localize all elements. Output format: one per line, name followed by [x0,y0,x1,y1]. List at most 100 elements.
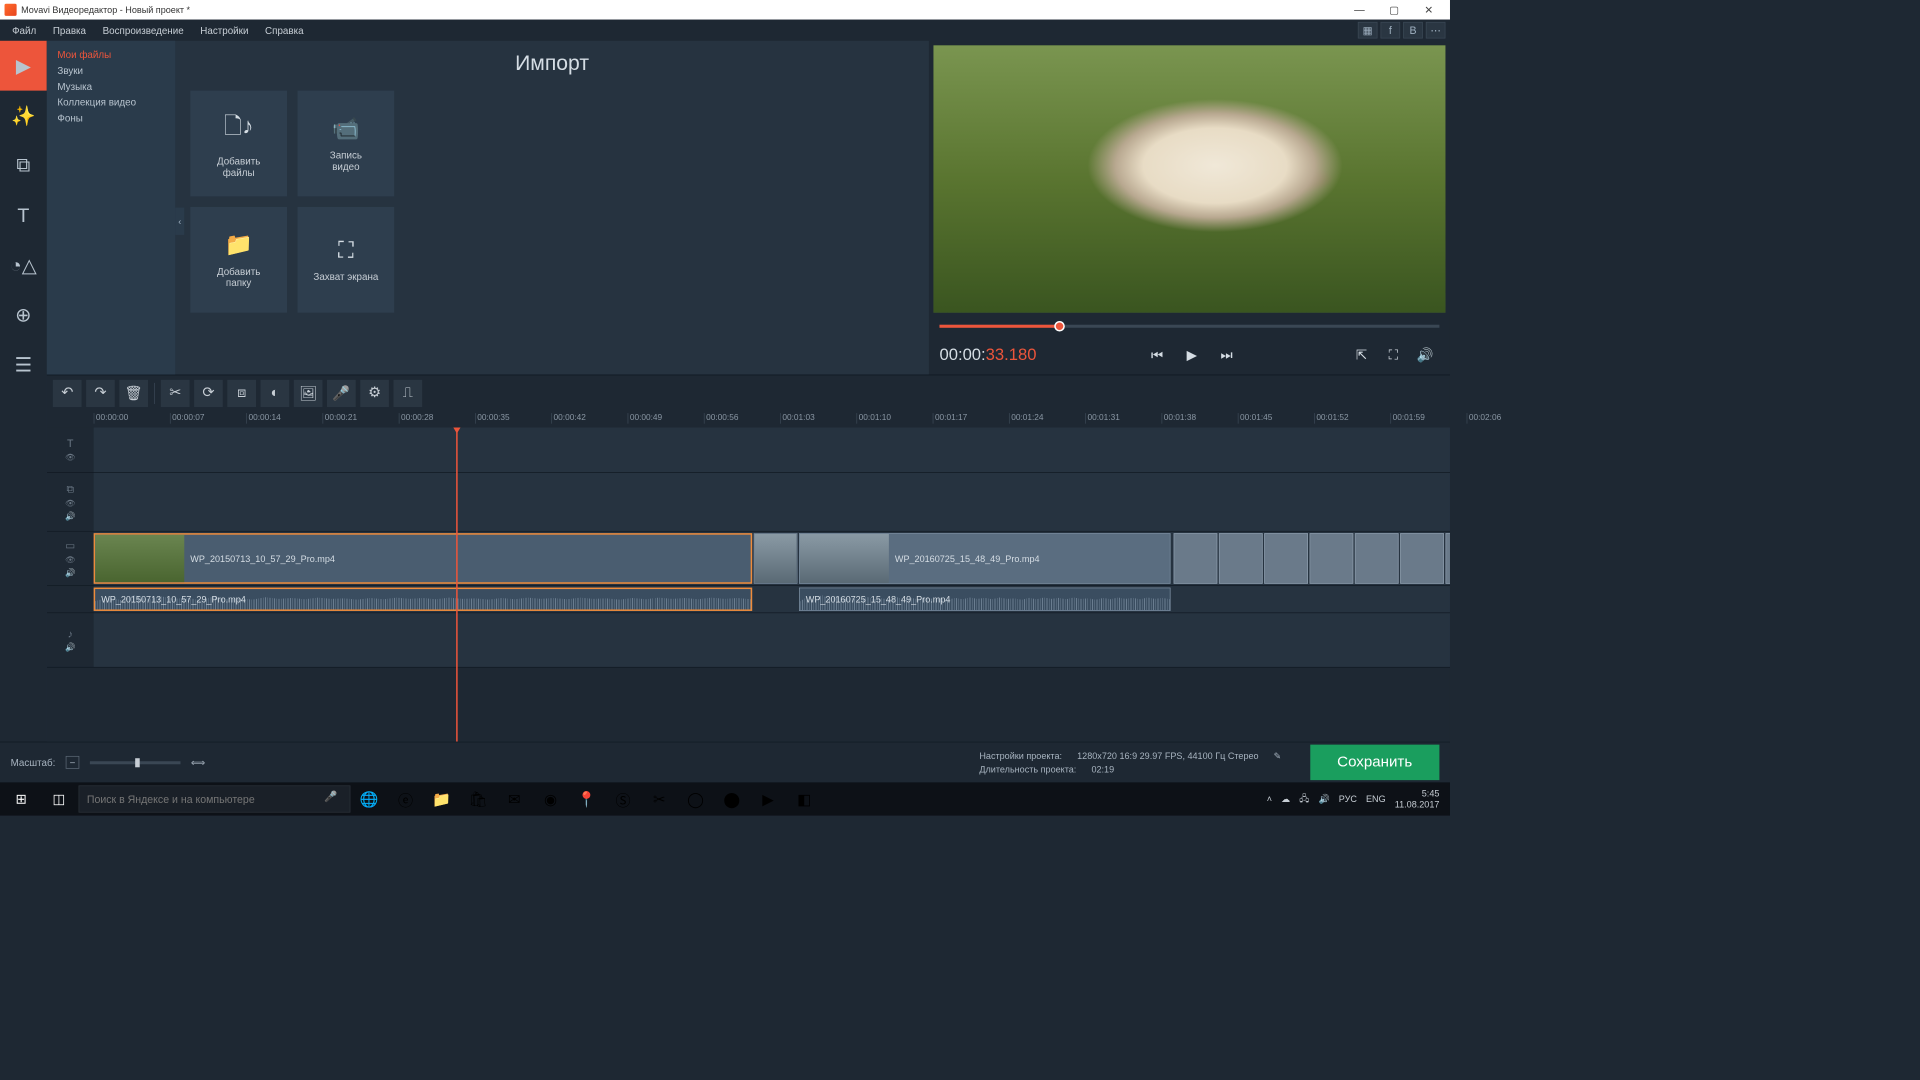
redo-button[interactable]: ↷ [86,379,115,406]
fit-timeline-button[interactable]: ⟺ [191,756,205,768]
tray-network-icon[interactable]: 🖧 [1299,791,1309,807]
zoom-slider[interactable] [90,761,181,764]
sidebar-item-myfiles[interactable]: Мои файлы [47,47,175,63]
menu-settings[interactable]: Настройки [193,22,256,39]
zoom-out-button[interactable]: − [66,756,79,769]
track-body[interactable]: WP_20150713_10_57_29_Pro.mp4 WP_20160725… [94,532,1450,586]
eye-icon[interactable]: 👁 [65,498,76,508]
tool-zoom[interactable]: ⊕ [0,290,47,340]
tray-lang1[interactable]: РУС [1339,794,1357,805]
tool-stickers[interactable]: ◔△ [0,240,47,290]
track-body[interactable] [94,473,1450,531]
speaker-icon[interactable]: 🔊 [65,511,75,521]
track-body[interactable]: WP_20150713_10_57_29_Pro.mp4 WP_20160725… [94,586,1450,612]
eye-icon[interactable]: 👁 [65,452,76,462]
maximize-button[interactable]: ▢ [1377,2,1410,19]
audio-clip-2[interactable]: WP_20160725_15_48_49_Pro.mp4 [799,588,1171,611]
timeline-ruler[interactable]: 00:00:0000:00:0700:00:1400:00:2100:00:28… [47,411,1450,428]
sidebar-collapse-button[interactable]: ‹ [175,208,184,235]
rotate-button[interactable]: ⟳ [194,379,223,406]
tray-lang2[interactable]: ENG [1366,794,1386,805]
tile-add-folder[interactable]: 📁 Добавить папку [190,207,287,313]
taskbar-app-utorrent[interactable]: ◯ [678,784,713,814]
search-input[interactable] [87,793,318,805]
taskview-button[interactable]: ◫ [41,784,77,814]
sidebar-item-backgrounds[interactable]: Фоны [47,110,175,126]
sidebar-item-videos[interactable]: Коллекция видео [47,94,175,110]
tool-filters[interactable]: ✨ [0,91,47,141]
volume-button[interactable]: 🔊 [1411,343,1440,367]
tray-onedrive-icon[interactable]: ☁ [1281,794,1290,805]
undo-button[interactable]: ↶ [53,379,82,406]
speaker-icon[interactable]: 🔊 [65,643,75,653]
video-clip-2[interactable]: WP_20160725_15_48_49_Pro.mp4 [799,533,1171,584]
clip-thumbnail-small[interactable] [1264,533,1308,584]
share-vk-icon[interactable]: B [1403,22,1423,39]
share-youtube-icon[interactable]: ▦ [1358,22,1378,39]
tool-transitions[interactable]: ⧉ [0,140,47,190]
taskbar-app-other[interactable]: ◧ [787,784,822,814]
tray-volume-icon[interactable]: 🔊 [1318,794,1329,805]
taskbar-app-movavi[interactable]: ▶ [751,784,786,814]
fullscreen-button[interactable]: ⛶ [1379,343,1408,367]
tile-record-video[interactable]: 📹 Запись видео [298,91,395,197]
sidebar-item-music[interactable]: Музыка [47,79,175,95]
tray-clock[interactable]: 5:45 11.08.2017 [1395,788,1440,810]
clip-thumbnail-small[interactable] [1445,533,1450,584]
start-button[interactable]: ⊞ [3,784,39,814]
speaker-icon[interactable]: 🔊 [65,568,75,578]
prev-frame-button[interactable]: ⏮ [1143,343,1172,367]
menu-playback[interactable]: Воспроизведение [95,22,191,39]
tray-chevron-icon[interactable]: ˄ [1267,794,1272,805]
sidebar-item-sounds[interactable]: Звуки [47,63,175,79]
clip-thumbnail-small[interactable] [1355,533,1399,584]
tool-import[interactable]: ▶ [0,41,47,91]
taskbar-app-explorer[interactable]: 📁 [424,784,459,814]
record-audio-button[interactable]: 🎤 [327,379,356,406]
clip-props-button[interactable]: ⚙ [360,379,389,406]
clip-thumbnail-small[interactable] [1400,533,1444,584]
playhead[interactable] [456,427,458,741]
play-button[interactable]: ▶ [1178,343,1207,367]
close-button[interactable]: ✕ [1412,2,1445,19]
taskbar-app-edge[interactable]: ⓔ [388,784,423,814]
tile-screen-capture[interactable]: ⛶ Захват экрана [298,207,395,313]
edit-settings-icon[interactable]: ✎ [1274,750,1282,761]
taskbar-app-snip[interactable]: ✂ [642,784,677,814]
save-button[interactable]: Сохранить [1310,745,1439,780]
taskbar-app-chrome[interactable]: 🌐 [352,784,387,814]
next-frame-button[interactable]: ⏭ [1212,343,1241,367]
preview-video[interactable] [933,45,1445,312]
seek-thumb[interactable] [1054,321,1065,332]
cut-button[interactable]: ✂ [161,379,190,406]
menu-edit[interactable]: Правка [45,22,93,39]
tool-more[interactable]: ☰ [0,340,47,390]
clip-thumbnail-small[interactable] [1174,533,1218,584]
audio-clip-1[interactable]: WP_20150713_10_57_29_Pro.mp4 [94,588,753,611]
taskbar-app-steam[interactable]: ◉ [533,784,568,814]
eye-icon[interactable]: 👁 [65,555,76,565]
taskbar-app-store[interactable]: 🛍 [461,784,496,814]
menu-help[interactable]: Справка [257,22,311,39]
clip-thumbnail-small[interactable] [1219,533,1263,584]
seek-bar[interactable] [939,317,1439,335]
track-body[interactable] [94,613,1450,667]
clip-thumbnail-small[interactable] [1310,533,1354,584]
equalizer-button[interactable]: ⎍ [393,379,422,406]
taskbar-app-mail[interactable]: ✉ [497,784,532,814]
detach-preview-button[interactable]: ⇱ [1347,343,1376,367]
taskbar-search[interactable]: 🎤 [79,785,351,812]
taskbar-app-maps[interactable]: 📍 [569,784,604,814]
mic-icon[interactable]: 🎤 [324,790,342,808]
video-clip-gap[interactable] [754,533,798,584]
minimize-button[interactable]: — [1343,2,1376,19]
taskbar-app-skype[interactable]: Ⓢ [606,784,641,814]
snapshot-button[interactable]: 🖼 [294,379,323,406]
tile-add-files[interactable]: 🗋♪ Добавить файлы [190,91,287,197]
menu-file[interactable]: Файл [5,22,44,39]
track-body[interactable] [94,427,1450,472]
crop-button[interactable]: ⧈ [227,379,256,406]
delete-button[interactable]: 🗑 [119,379,148,406]
color-button[interactable]: ◐ [261,379,290,406]
taskbar-app-record[interactable]: ⬤ [714,784,749,814]
